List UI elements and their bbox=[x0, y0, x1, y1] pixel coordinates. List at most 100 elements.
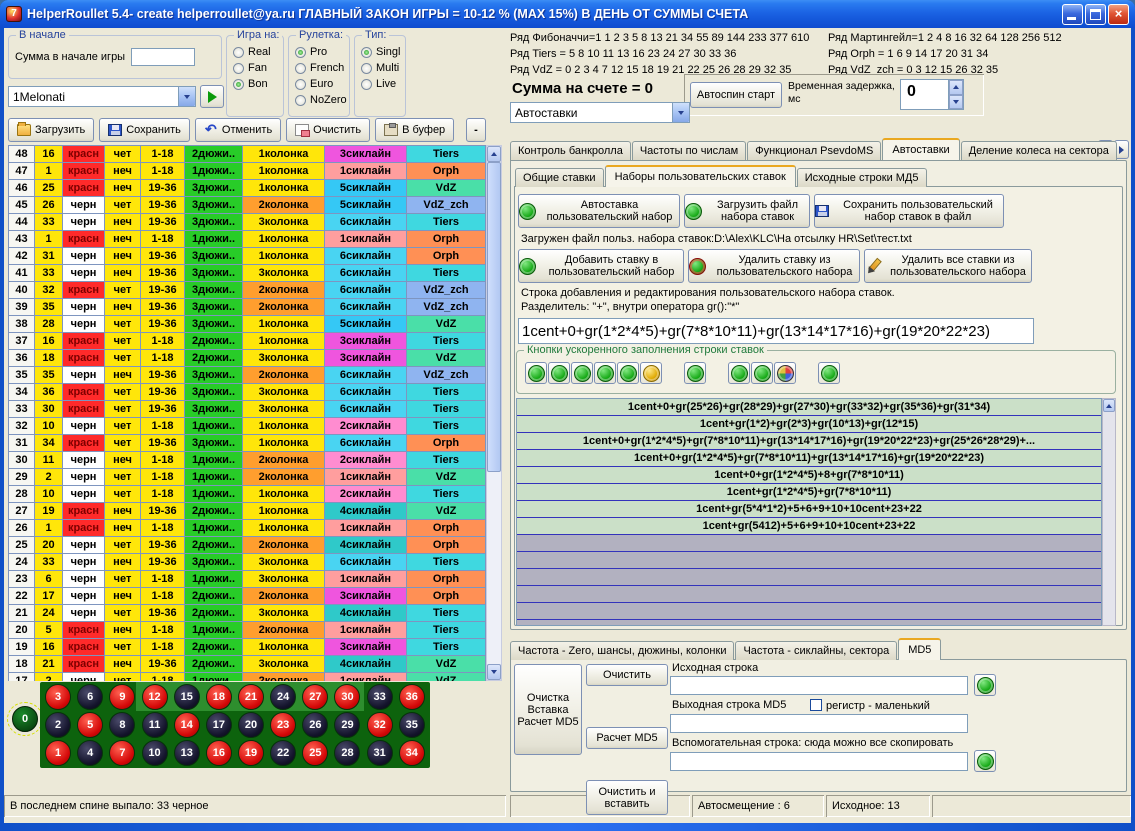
board-number-26[interactable]: 26 bbox=[302, 712, 328, 738]
to-buffer-button[interactable]: В буфер bbox=[375, 118, 454, 142]
radio-fan[interactable]: Fan bbox=[233, 60, 283, 76]
board-number-3[interactable]: 3 bbox=[45, 684, 71, 710]
board-number-5[interactable]: 5 bbox=[77, 712, 103, 738]
md5-helper-chip-button[interactable] bbox=[974, 750, 996, 772]
bet-list-item[interactable]: 1cent+gr(5412)+5+6+9+10+10cent+23+22 bbox=[517, 518, 1101, 535]
remove-bet-button[interactable]: Удалить ставку из пользовательского набо… bbox=[688, 249, 860, 283]
bet-list-item[interactable]: 1cent+gr(1*2)+gr(2*3)+gr(10*13)+gr(12*15… bbox=[517, 416, 1101, 433]
save-button[interactable]: Сохранить bbox=[99, 118, 190, 142]
bet-list-item[interactable]: 1cent+0+gr(1*2*4*5)+8+gr(7*8*10*11) bbox=[517, 467, 1101, 484]
green-chip-button[interactable] bbox=[684, 362, 706, 384]
board-number-15[interactable]: 15 bbox=[174, 684, 200, 710]
main-tab-0[interactable]: Контроль банкролла bbox=[510, 141, 631, 160]
scroll-up-button[interactable] bbox=[1103, 399, 1115, 412]
md5-calc-button[interactable]: Расчет MD5 bbox=[586, 727, 668, 749]
bet-string-input[interactable] bbox=[518, 318, 1034, 344]
scroll-up-button[interactable] bbox=[487, 146, 501, 162]
green-chip-button[interactable] bbox=[548, 362, 570, 384]
board-number-35[interactable]: 35 bbox=[399, 712, 425, 738]
close-button[interactable]: × bbox=[1108, 4, 1129, 25]
board-number-17[interactable]: 17 bbox=[206, 712, 232, 738]
board-number-34[interactable]: 34 bbox=[399, 740, 425, 766]
clear-button[interactable]: Очистить bbox=[286, 118, 370, 142]
board-number-32[interactable]: 32 bbox=[367, 712, 393, 738]
board-number-20[interactable]: 20 bbox=[238, 712, 264, 738]
md5-clear-paste-calc-button[interactable]: Очистка Вставка Расчет MD5 bbox=[514, 664, 582, 755]
board-number-4[interactable]: 4 bbox=[77, 740, 103, 766]
register-checkbox[interactable] bbox=[810, 699, 822, 711]
md5-output-input[interactable] bbox=[670, 714, 968, 733]
add-bet-button[interactable]: Добавить ставку в пользовательский набор bbox=[518, 249, 684, 283]
strategy-select[interactable]: 1Melonati bbox=[8, 86, 196, 107]
autospin-start-button[interactable]: Автоспин старт bbox=[690, 82, 782, 108]
board-number-28[interactable]: 28 bbox=[334, 740, 360, 766]
board-number-1[interactable]: 1 bbox=[45, 740, 71, 766]
dropdown-arrow-icon[interactable] bbox=[672, 103, 689, 122]
radio-multi[interactable]: Multi bbox=[361, 60, 405, 76]
main-tab-1[interactable]: Частоты по числам bbox=[632, 141, 746, 160]
board-number-19[interactable]: 19 bbox=[238, 740, 264, 766]
board-number-21[interactable]: 21 bbox=[238, 684, 264, 710]
sub-tab-1[interactable]: Наборы пользовательских ставок bbox=[605, 165, 796, 187]
sub-tab-2[interactable]: Исходные строки МД5 bbox=[797, 168, 927, 187]
board-number-6[interactable]: 6 bbox=[77, 684, 103, 710]
remove-all-bets-button[interactable]: Удалить все ставки из пользовательского … bbox=[864, 249, 1032, 283]
board-number-9[interactable]: 9 bbox=[109, 684, 135, 710]
load-set-file-button[interactable]: Загрузить файл набора ставок bbox=[684, 194, 810, 228]
load-button[interactable]: Загрузить bbox=[8, 118, 94, 142]
green-chip-button[interactable] bbox=[617, 362, 639, 384]
radio-pro[interactable]: Pro bbox=[295, 44, 349, 60]
board-number-11[interactable]: 11 bbox=[142, 712, 168, 738]
green-chip-button[interactable] bbox=[728, 362, 750, 384]
green-chip-button[interactable] bbox=[525, 362, 547, 384]
radio-live[interactable]: Live bbox=[361, 76, 405, 92]
board-number-12[interactable]: 12 bbox=[142, 684, 168, 710]
main-tab-4[interactable]: Деление колеса на сектора bbox=[961, 141, 1117, 160]
bet-list-item[interactable]: 1cent+gr(5*4*1*2)+5+6+9+10+10cent+23+22 bbox=[517, 501, 1101, 518]
board-number-29[interactable]: 29 bbox=[334, 712, 360, 738]
collapse-button[interactable]: - bbox=[466, 118, 486, 142]
autobet-user-set-button[interactable]: Автоставка пользовательский набор bbox=[518, 194, 680, 228]
board-number-24[interactable]: 24 bbox=[270, 684, 296, 710]
board-number-27[interactable]: 27 bbox=[302, 684, 328, 710]
board-number-33[interactable]: 33 bbox=[367, 684, 393, 710]
start-sum-input[interactable] bbox=[131, 48, 195, 66]
md5-helper-input[interactable] bbox=[670, 752, 968, 771]
board-number-13[interactable]: 13 bbox=[174, 740, 200, 766]
board-number-7[interactable]: 7 bbox=[109, 740, 135, 766]
sub-tab-0[interactable]: Общие ставки bbox=[515, 168, 604, 187]
board-number-0[interactable]: 0 bbox=[12, 706, 38, 732]
md5-source-chip-button[interactable] bbox=[974, 674, 996, 696]
board-number-23[interactable]: 23 bbox=[270, 712, 296, 738]
bet-list-item[interactable]: 1cent+0+gr(25*26)+gr(28*29)+gr(27*30)+gr… bbox=[517, 399, 1101, 416]
save-set-file-button[interactable]: Сохранить пользовательский набор ставок … bbox=[814, 194, 1004, 228]
md5-clear-button[interactable]: Очистить bbox=[586, 664, 668, 686]
md5-clear-and-paste-button[interactable]: Очистить и вставить bbox=[586, 780, 668, 815]
scrollbar-track[interactable] bbox=[487, 162, 501, 664]
green-chip-button[interactable] bbox=[571, 362, 593, 384]
board-number-18[interactable]: 18 bbox=[206, 684, 232, 710]
gold-chip-button[interactable] bbox=[640, 362, 662, 384]
undo-button[interactable]: Отменить bbox=[195, 118, 281, 142]
radio-singl[interactable]: Singl bbox=[361, 44, 405, 60]
board-number-2[interactable]: 2 bbox=[45, 712, 71, 738]
board-number-8[interactable]: 8 bbox=[109, 712, 135, 738]
md5-source-input[interactable] bbox=[670, 676, 968, 695]
main-tab-3[interactable]: Автоставки bbox=[882, 138, 959, 160]
radio-french[interactable]: French bbox=[295, 60, 349, 76]
spin-down-button[interactable] bbox=[949, 95, 963, 110]
dropdown-arrow-icon[interactable] bbox=[178, 87, 195, 106]
radio-nozero[interactable]: NoZero bbox=[295, 92, 349, 108]
bottom-tab-1[interactable]: Частота - сиклайны, сектора bbox=[735, 641, 897, 660]
title-bar[interactable]: 7 HelperRoullet 5.4- create helperroulle… bbox=[0, 0, 1135, 28]
board-number-14[interactable]: 14 bbox=[174, 712, 200, 738]
play-button[interactable] bbox=[200, 85, 224, 108]
green-chip-button[interactable] bbox=[751, 362, 773, 384]
spin-up-button[interactable] bbox=[949, 80, 963, 95]
bottom-tab-2[interactable]: MD5 bbox=[898, 638, 941, 660]
scrollbar-thumb[interactable] bbox=[487, 162, 501, 472]
board-number-10[interactable]: 10 bbox=[142, 740, 168, 766]
delay-spinner[interactable]: 0 bbox=[900, 79, 964, 110]
radio-bon[interactable]: Bon bbox=[233, 76, 283, 92]
board-number-16[interactable]: 16 bbox=[206, 740, 232, 766]
